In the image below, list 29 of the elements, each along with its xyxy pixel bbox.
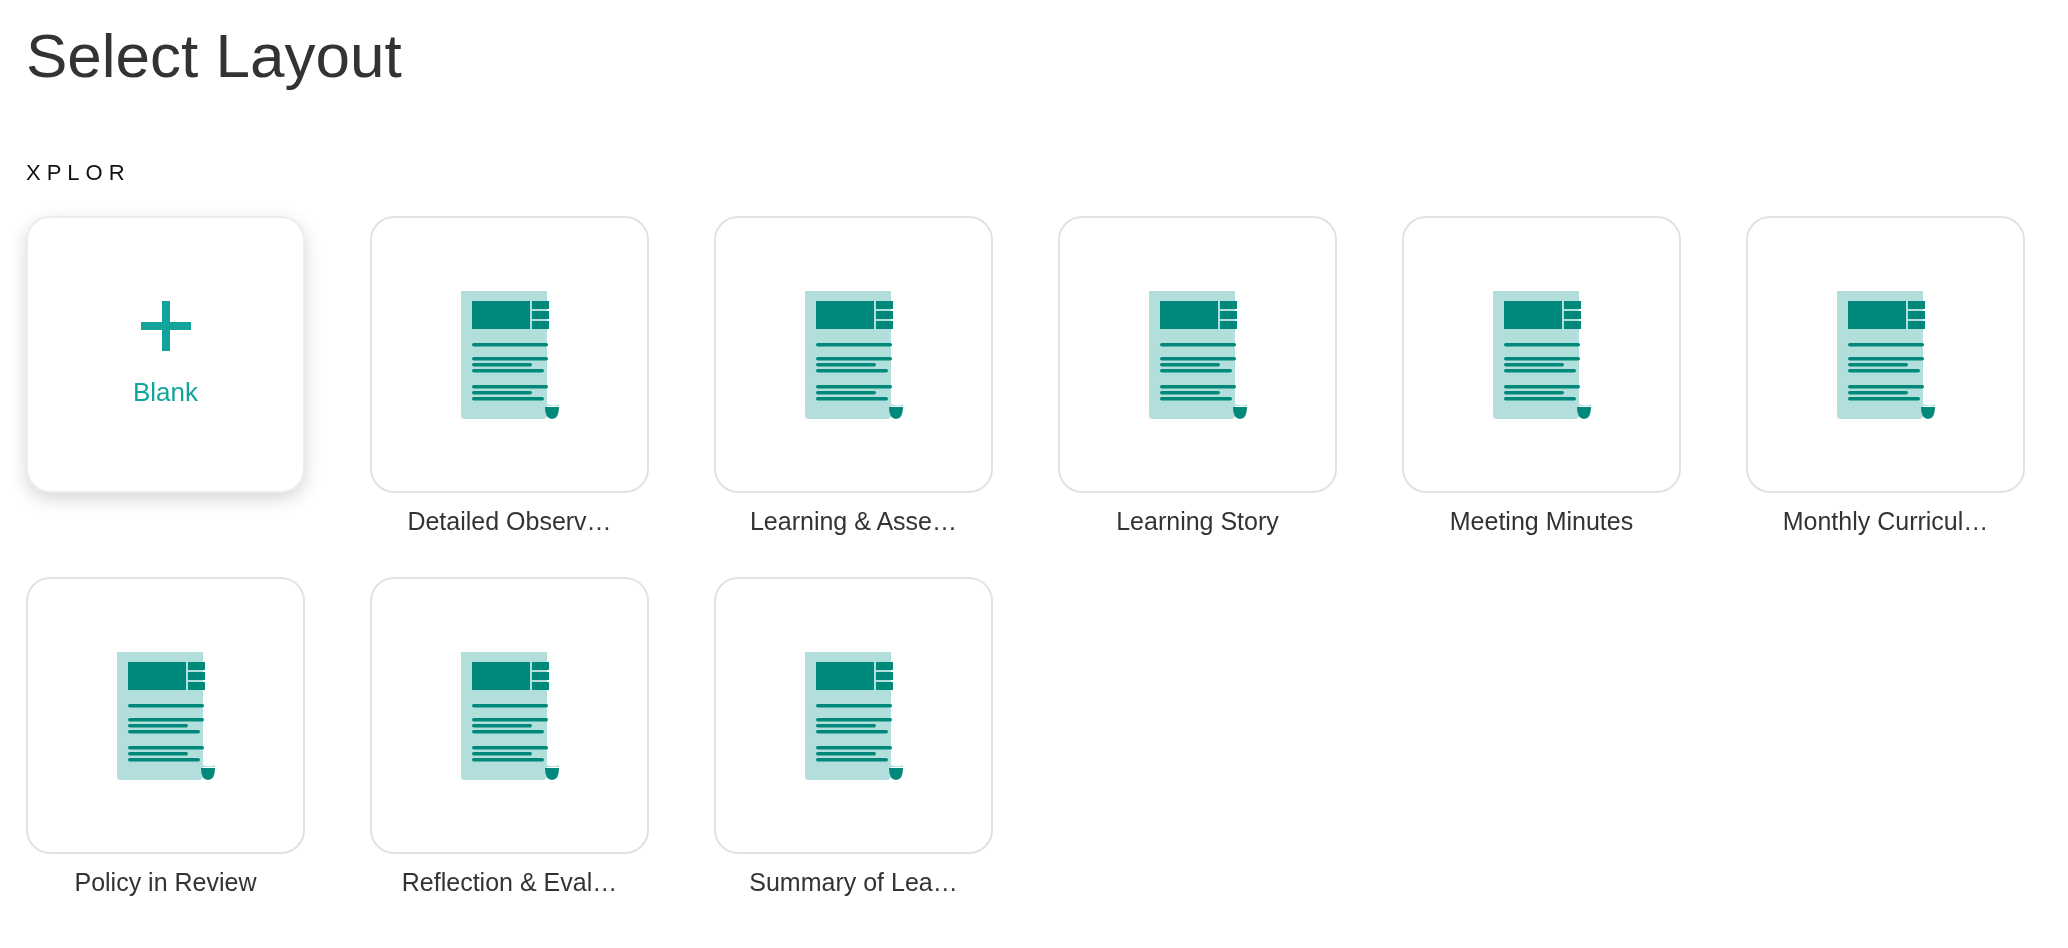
document-icon: [460, 290, 559, 419]
document-icon: [1492, 290, 1591, 419]
layout-name: Monthly Curricul…: [1782, 507, 1989, 537]
section-heading: XPLOR: [26, 160, 132, 186]
layout-card[interactable]: [370, 577, 649, 854]
document-icon: [116, 651, 215, 780]
layout-name: Learning Story: [1116, 507, 1279, 537]
layout-card[interactable]: [1746, 216, 2025, 493]
layout-card[interactable]: [370, 216, 649, 493]
blank-label: Blank: [132, 377, 198, 408]
blank-layout-card[interactable]: Blank: [26, 216, 305, 493]
plus-icon: [140, 301, 191, 351]
layout-card[interactable]: [26, 577, 305, 854]
layout-name: Summary of Lea…: [749, 868, 958, 898]
layout-card[interactable]: [1058, 216, 1337, 493]
layout-name: Reflection & Eval…: [401, 868, 618, 898]
document-icon: [804, 651, 903, 780]
layout-name: Meeting Minutes: [1449, 507, 1634, 537]
layout-name: Learning & Asse…: [749, 507, 958, 537]
layout-card[interactable]: [1402, 216, 1681, 493]
layout-name: Detailed Observ…: [407, 507, 612, 537]
document-icon: [804, 290, 903, 419]
page-title: Select Layout: [26, 20, 403, 92]
document-icon: [1836, 290, 1935, 419]
layout-card[interactable]: [714, 216, 993, 493]
layout-name: Policy in Review: [74, 868, 257, 898]
layout-card[interactable]: [714, 577, 993, 854]
document-icon: [1148, 290, 1247, 419]
document-icon: [460, 651, 559, 780]
